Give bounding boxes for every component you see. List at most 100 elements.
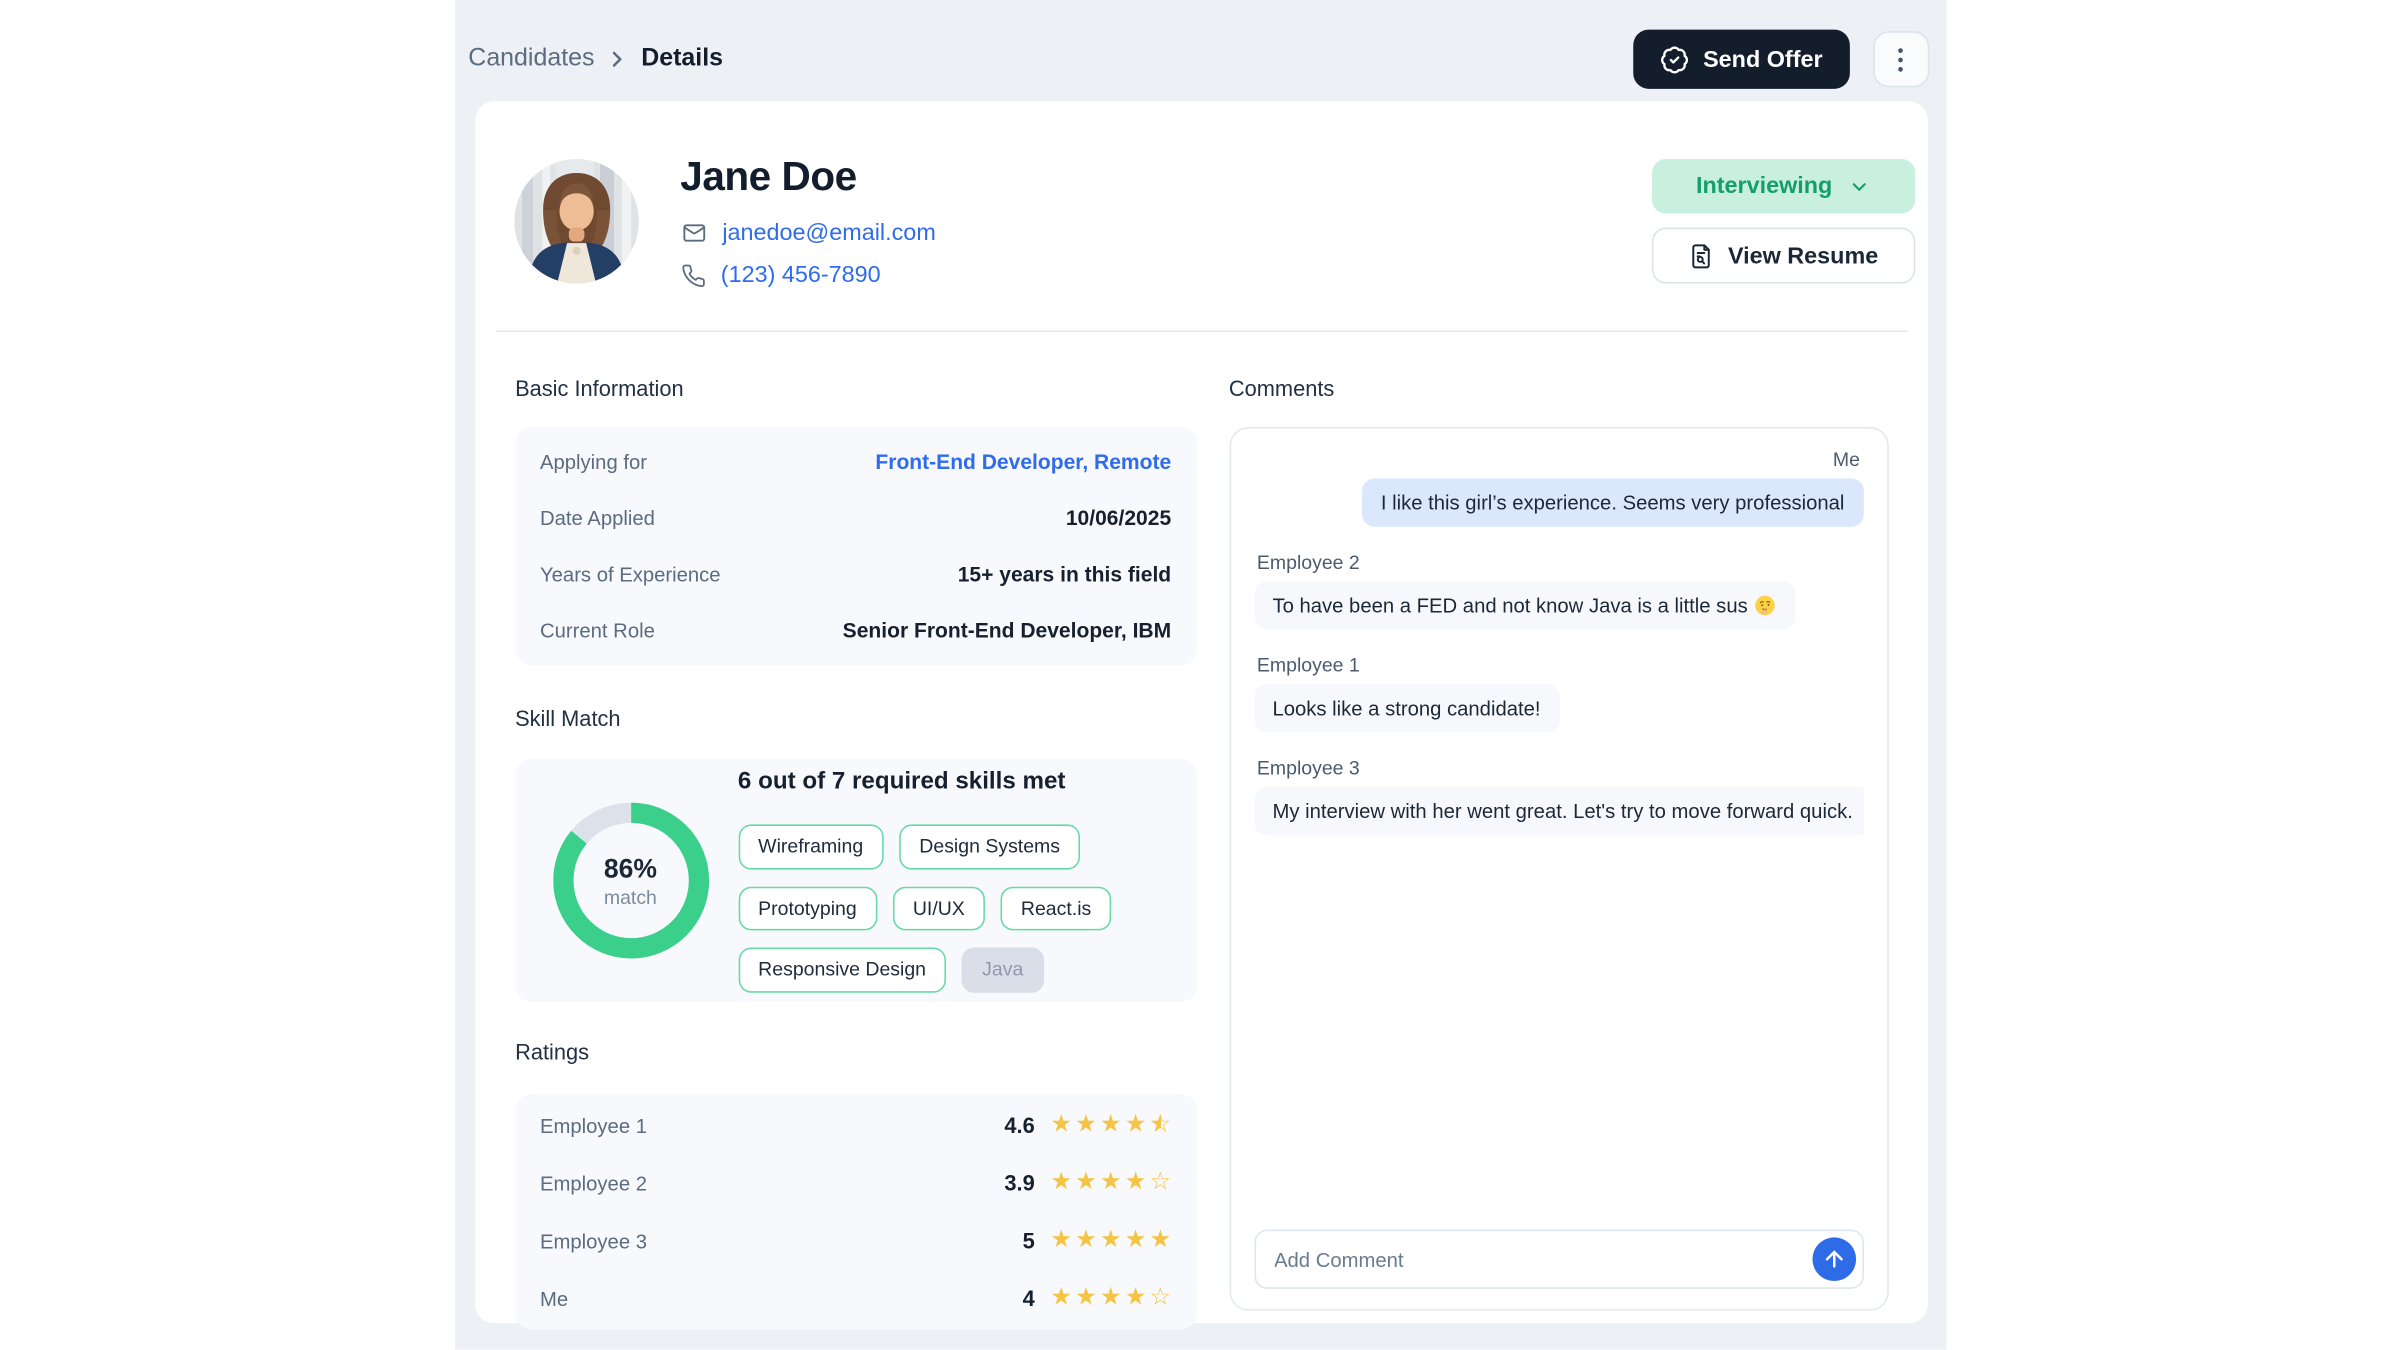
star-full-icon: ★ (1125, 1228, 1147, 1252)
comment-bubble: I like this girl’s experience. Seems ver… (1362, 478, 1863, 526)
breadcrumb-candidates[interactable]: Candidates (468, 45, 594, 73)
info-row: Date Applied 10/06/2025 (540, 506, 1171, 529)
status-dropdown[interactable]: Interviewing (1651, 159, 1914, 214)
skill-chip: React.is (1001, 886, 1112, 930)
rating-author: Employee 2 (540, 1171, 647, 1194)
star-full-icon: ★ (1075, 1113, 1097, 1137)
star-full-icon: ★ (1100, 1113, 1122, 1137)
rating-value-group: 4.6★★★★☆★ (1004, 1113, 1171, 1138)
comment-author: Employee 2 (1257, 552, 1360, 574)
skill-chip: Responsive Design (738, 948, 946, 992)
screen: Candidates Details Send Offer (0, 0, 2400, 1350)
rating-value-group: 5 ★★★★★ (1023, 1228, 1172, 1253)
ratings-card: Employee 14.6★★★★☆★Employee 23.9★★★★☆Emp… (515, 1094, 1196, 1329)
comments-list[interactable]: Me I like this girl’s experience. Seems v… (1254, 449, 1863, 1211)
view-resume-button[interactable]: View Resume (1651, 228, 1914, 284)
comment-text: My interview with her went great. Let's … (1272, 799, 1852, 822)
rating-score: 4 (1023, 1286, 1035, 1311)
thinking-face-emoji (1754, 594, 1777, 617)
rating-score: 3.9 (1004, 1170, 1034, 1195)
left-column: Basic Information Applying for Front-End … (515, 376, 1196, 1311)
phone-link[interactable]: (123) 456-7890 (721, 262, 881, 288)
star-full-icon: ★ (1125, 1286, 1147, 1310)
breadcrumb-details: Details (641, 45, 723, 73)
star-full-icon: ★ (1125, 1171, 1147, 1195)
email-link[interactable]: janedoe@email.com (722, 220, 935, 246)
app-window: Candidates Details Send Offer (454, 0, 1945, 1350)
skill-chip: UI/UX (893, 886, 985, 930)
rating-row: Employee 14.6★★★★☆★ (540, 1113, 1171, 1138)
view-resume-label: View Resume (1728, 242, 1878, 268)
star-full-icon: ★ (1050, 1228, 1072, 1252)
star-rating: ★★★★★ (1050, 1228, 1171, 1252)
comment-author: Me (1833, 449, 1860, 471)
send-offer-button[interactable]: Send Offer (1633, 30, 1849, 89)
rating-author: Employee 3 (540, 1229, 647, 1252)
file-search-icon (1687, 242, 1713, 268)
info-label: Date Applied (540, 506, 655, 529)
rating-score: 5 (1023, 1228, 1035, 1253)
star-full-icon: ★ (1050, 1113, 1072, 1137)
skill-match-donut: 86% match (552, 803, 708, 959)
phone-row: (123) 456-7890 (680, 262, 1609, 288)
profile-main: Jane Doe janedoe@email.com (123) 456-789… (680, 159, 1609, 288)
rating-row: Employee 3 5 ★★★★★ (540, 1228, 1171, 1253)
skill-chip: Java (962, 948, 1044, 992)
star-rating[interactable]: ★★★★☆ (1050, 1286, 1171, 1310)
send-comment-button[interactable] (1812, 1237, 1856, 1281)
skill-match-detail: 6 out of 7 required skills met Wireframi… (738, 769, 1174, 993)
arrow-up-icon (1821, 1247, 1846, 1272)
add-comment-input[interactable] (1254, 1230, 1863, 1289)
info-value: 10/06/2025 (1066, 506, 1171, 529)
more-options-button[interactable] (1872, 31, 1928, 87)
comment-bubble: To have been a FED and not know Java is … (1254, 581, 1796, 629)
applying-for-link[interactable]: Front-End Developer, Remote (875, 450, 1171, 473)
skill-match-title: Skill Match (515, 706, 1196, 731)
star-full-icon: ★ (1050, 1171, 1072, 1195)
status-label: Interviewing (1696, 173, 1832, 199)
send-offer-label: Send Offer (1703, 46, 1823, 72)
star-full-icon: ★ (1125, 1113, 1147, 1137)
star-full-icon: ★ (1100, 1171, 1122, 1195)
profile-header: Jane Doe janedoe@email.com (123) 456-789… (475, 101, 1927, 288)
star-full-icon: ★ (1075, 1286, 1097, 1310)
match-percent: 86% (604, 853, 657, 884)
comment-author: Employee 3 (1257, 757, 1360, 779)
star-full-icon: ★ (1100, 1286, 1122, 1310)
rating-score: 4.6 (1004, 1113, 1034, 1138)
match-label: match (604, 886, 657, 908)
star-rating: ★★★★☆ (1050, 1171, 1171, 1195)
skill-chip: Prototyping (738, 886, 877, 930)
info-value: 15+ years in this field (958, 563, 1171, 586)
comment-message: Employee 2 To have been a FED and not kno… (1254, 552, 1863, 630)
comment-message: Employee 1 Looks like a strong candidate! (1254, 655, 1863, 733)
candidate-name: Jane Doe (680, 153, 1609, 201)
skill-match-card: 86% match 6 out of 7 required skills met… (515, 759, 1196, 1002)
skill-chip: Design Systems (899, 825, 1080, 869)
rating-row: Me4★★★★☆ (540, 1286, 1171, 1311)
comment-message: Employee 3 My interview with her went gre… (1254, 757, 1863, 835)
info-row: Applying for Front-End Developer, Remote (540, 450, 1171, 473)
star-empty-icon: ☆ (1149, 1286, 1171, 1310)
phone-icon (680, 263, 705, 288)
right-column: Comments MeI like this girl’s experience… (1229, 376, 1888, 1311)
comment-message: Me I like this girl’s experience. Seems v… (1254, 449, 1863, 527)
star-half-icon: ☆★ (1149, 1113, 1171, 1137)
comment-author: Employee 1 (1257, 655, 1360, 677)
comment-text: I like this girl’s experience. Seems ver… (1381, 491, 1845, 514)
star-rating: ★★★★☆★ (1050, 1113, 1171, 1137)
star-empty-icon: ☆ (1149, 1171, 1171, 1195)
info-label: Applying for (540, 450, 647, 473)
info-row: Years of Experience15+ years in this fie… (540, 563, 1171, 586)
avatar (514, 159, 639, 284)
info-value: Senior Front-End Developer, IBM (843, 619, 1171, 642)
comment-text: Looks like a strong candidate! (1272, 697, 1540, 720)
basic-information-title: Basic Information (515, 376, 1196, 401)
donut-center: 86% match (552, 803, 708, 959)
star-full-icon: ★ (1149, 1228, 1171, 1252)
profile-actions: Interviewing View Resume (1651, 159, 1914, 288)
content-columns: Basic Information Applying for Front-End … (475, 332, 1927, 1323)
skills-met-headline: 6 out of 7 required skills met (738, 769, 1174, 797)
chevron-right-icon (605, 47, 630, 72)
comment-bubble: Looks like a strong candidate! (1254, 684, 1559, 732)
